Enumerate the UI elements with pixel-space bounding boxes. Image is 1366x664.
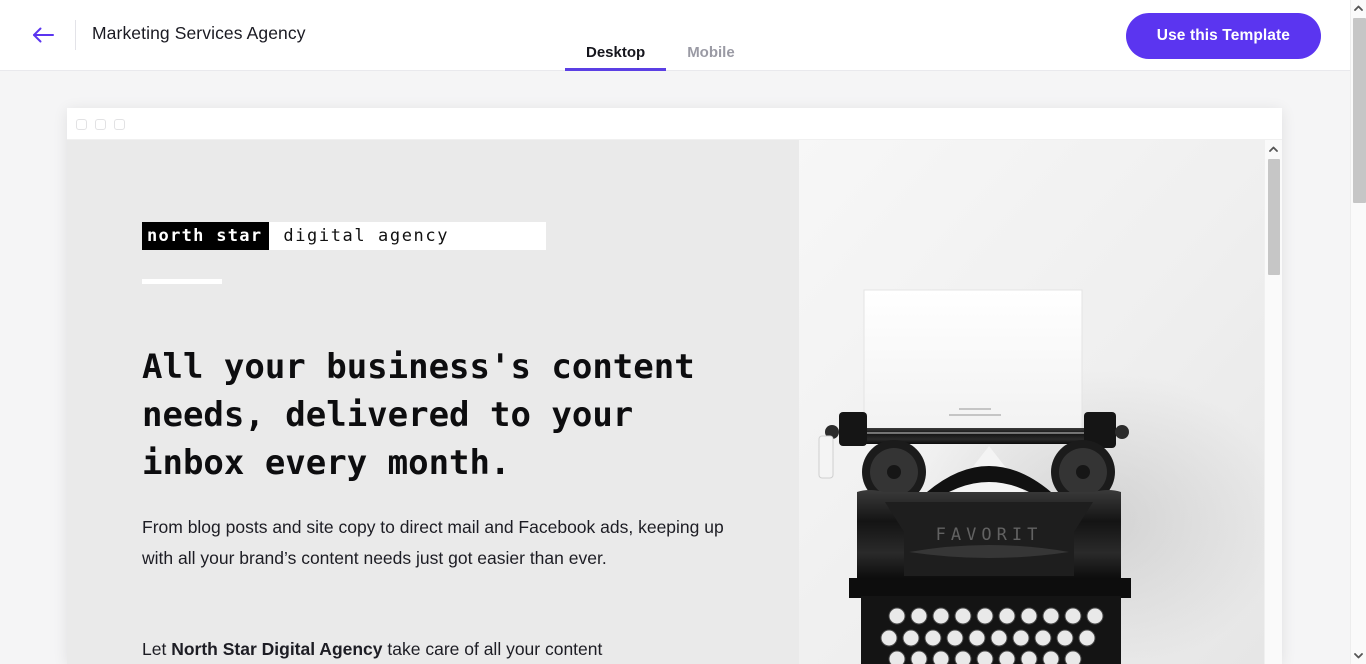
preview-scrollbar-thumb[interactable]	[1268, 159, 1280, 275]
tab-desktop[interactable]: Desktop	[565, 0, 667, 71]
page-scrollbar[interactable]	[1350, 0, 1366, 664]
viewport-tabs: Desktop Mobile	[565, 0, 756, 71]
chevron-down-icon	[1354, 653, 1363, 659]
window-controls	[76, 119, 125, 130]
hero-heading: All your business's content needs, deliv…	[142, 347, 695, 483]
window-dot-close-icon[interactable]	[76, 119, 87, 130]
hero-paragraph-2: Let North Star Digital Agency take care …	[142, 634, 732, 664]
page-scroll-down-button[interactable]	[1351, 648, 1366, 664]
vintage-typewriter-photo: FAVORIT	[799, 140, 1264, 664]
back-button[interactable]	[28, 22, 58, 48]
browser-chrome-bar	[67, 108, 1282, 140]
hero-paragraph-1: From blog posts and site copy to direct …	[142, 517, 724, 568]
site-logo: north star digital agency	[142, 222, 546, 250]
window-dot-maximize-icon[interactable]	[114, 119, 125, 130]
svg-text:FAVORIT: FAVORIT	[936, 525, 1043, 545]
hero-paragraph-2-bold: North Star Digital Agency	[171, 639, 383, 659]
hero-paragraph-2-suffix: take care of all your content	[382, 639, 603, 659]
page-title: Marketing Services Agency	[92, 23, 306, 43]
site-logo-mark: north star	[142, 222, 270, 250]
template-site-content: FAVORIT north star digital agency All yo…	[67, 140, 1282, 664]
page-scrollbar-thumb[interactable]	[1353, 18, 1366, 203]
hero-paragraph-2-prefix: Let	[142, 639, 172, 659]
header-divider	[75, 20, 76, 50]
preview-stage: FAVORIT north star digital agency All yo…	[0, 71, 1350, 664]
top-header-bar: Marketing Services Agency Desktop Mobile…	[0, 0, 1350, 71]
arrow-left-icon	[31, 26, 55, 44]
use-this-template-button[interactable]: Use this Template	[1125, 13, 1321, 59]
site-logo-subtitle: digital agency	[283, 226, 450, 246]
browser-preview-frame: FAVORIT north star digital agency All yo…	[67, 108, 1282, 664]
hero-divider-rule	[142, 279, 222, 284]
preview-inner-scrollbar[interactable]	[1264, 140, 1282, 664]
page-scroll-up-button[interactable]	[1351, 0, 1366, 16]
tab-mobile[interactable]: Mobile	[666, 0, 756, 71]
template-preview-app: Marketing Services Agency Desktop Mobile…	[0, 0, 1366, 664]
chevron-up-icon	[1354, 5, 1363, 11]
preview-scroll-up-button[interactable]	[1265, 140, 1282, 157]
chevron-up-icon	[1269, 146, 1278, 152]
window-dot-minimize-icon[interactable]	[95, 119, 106, 130]
